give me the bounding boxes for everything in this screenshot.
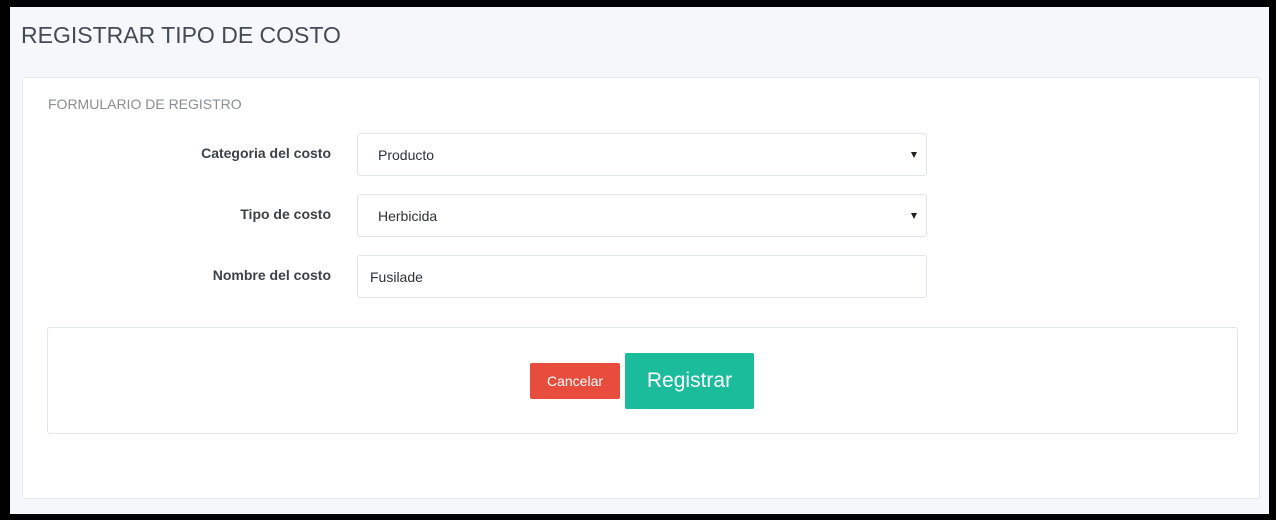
categoria-select[interactable]: Producto: [357, 133, 927, 176]
tipo-label: Tipo de costo: [240, 206, 331, 222]
tipo-select[interactable]: Herbicida: [357, 194, 927, 237]
form-heading: FORMULARIO DE REGISTRO: [48, 96, 242, 112]
form-row-nombre: Nombre del costo: [23, 255, 1259, 299]
register-button[interactable]: Registrar: [625, 353, 754, 409]
caret-down-icon: [911, 213, 917, 219]
caret-down-icon: [911, 152, 917, 158]
cancel-button[interactable]: Cancelar: [530, 363, 620, 399]
page-title: REGISTRAR TIPO DE COSTO: [21, 22, 341, 48]
nombre-input[interactable]: [357, 255, 927, 298]
nombre-label: Nombre del costo: [212, 267, 331, 283]
tipo-selected-value: Herbicida: [378, 208, 438, 224]
categoria-selected-value: Producto: [378, 147, 435, 163]
categoria-label: Categoria del costo: [201, 145, 331, 161]
registration-form-panel: FORMULARIO DE REGISTRO Categoria del cos…: [22, 77, 1260, 499]
form-row-tipo: Tipo de costo Herbicida: [23, 194, 1259, 238]
actions-box: Cancelar Registrar: [47, 327, 1238, 434]
form-row-categoria: Categoria del costo Producto: [23, 133, 1259, 177]
page-container: REGISTRAR TIPO DE COSTO FORMULARIO DE RE…: [10, 7, 1269, 514]
